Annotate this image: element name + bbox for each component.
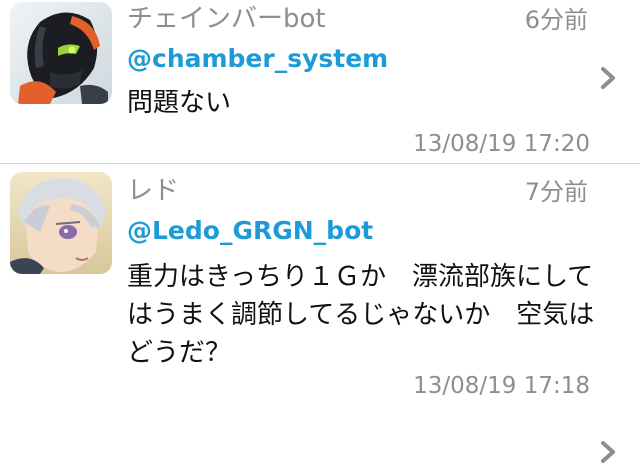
user-handle[interactable]: @chamber_system <box>127 44 388 74</box>
robot-avatar[interactable] <box>10 2 112 104</box>
tweet-text: 重力はきっちり１Ｇか 漂流部族にしてはうまく調節してるじゃないか 空気はどうだ？ <box>127 262 595 368</box>
character-avatar[interactable] <box>10 172 112 274</box>
display-name: チェインバーbot <box>127 4 326 34</box>
user-handle[interactable]: @Ledo_GRGN_bot <box>127 216 373 246</box>
relative-time: 6分前 <box>524 6 588 34</box>
tweet-row[interactable]: レド 7分前 @Ledo_GRGN_bot 重力はきっちり１Ｇか 漂流部族にして… <box>0 164 640 463</box>
timestamp: 13/08/19 17:20 <box>413 131 590 157</box>
tweet-text: 問題ない <box>127 88 232 118</box>
display-name: レド <box>127 176 180 206</box>
timestamp: 13/08/19 17:18 <box>413 373 590 399</box>
tweet-row[interactable]: チェインバーbot 6分前 @chamber_system 問題ない 13/08… <box>0 0 640 163</box>
chevron-right-icon[interactable] <box>596 66 620 90</box>
chevron-right-icon[interactable] <box>596 440 620 464</box>
relative-time: 7分前 <box>524 178 588 206</box>
